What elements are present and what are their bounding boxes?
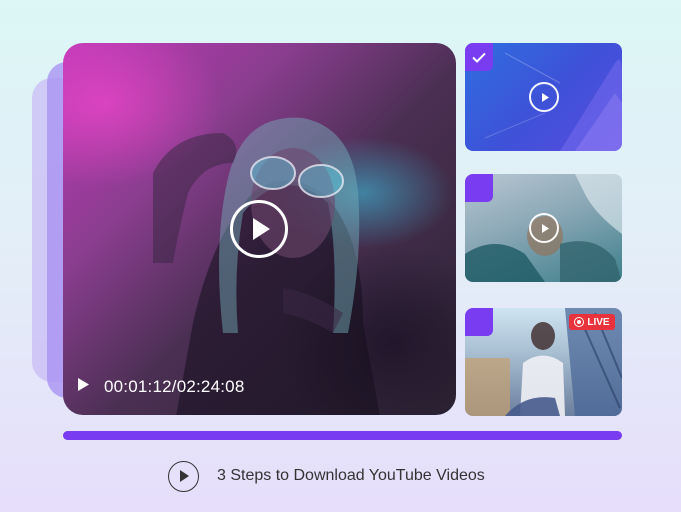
progress-fill <box>63 431 622 440</box>
thumbnail-3[interactable]: LIVE <box>465 308 622 416</box>
play-circle-icon[interactable] <box>529 82 559 112</box>
play-circle-icon[interactable] <box>230 200 288 258</box>
play-icon[interactable] <box>77 377 90 397</box>
progress-bar[interactable] <box>63 431 622 440</box>
live-label: LIVE <box>587 316 610 328</box>
check-icon[interactable] <box>465 43 493 71</box>
select-checkbox[interactable] <box>465 308 493 336</box>
caption-text: 3 Steps to Download YouTube Videos <box>217 467 485 484</box>
live-badge: LIVE <box>569 314 615 330</box>
play-circle-icon[interactable] <box>168 460 199 492</box>
time-display: 00:01:12/02:24:08 <box>104 377 245 396</box>
select-checkbox[interactable] <box>465 174 493 202</box>
main-video-player[interactable]: 00:01:12/02:24:08 <box>63 43 456 415</box>
play-circle-icon[interactable] <box>529 213 559 243</box>
thumbnail-1[interactable] <box>465 43 622 151</box>
thumbnail-2[interactable] <box>465 174 622 282</box>
live-icon <box>574 317 585 327</box>
player-controls: 00:01:12/02:24:08 <box>77 375 244 399</box>
caption: 3 Steps to Download YouTube Videos <box>168 460 485 492</box>
